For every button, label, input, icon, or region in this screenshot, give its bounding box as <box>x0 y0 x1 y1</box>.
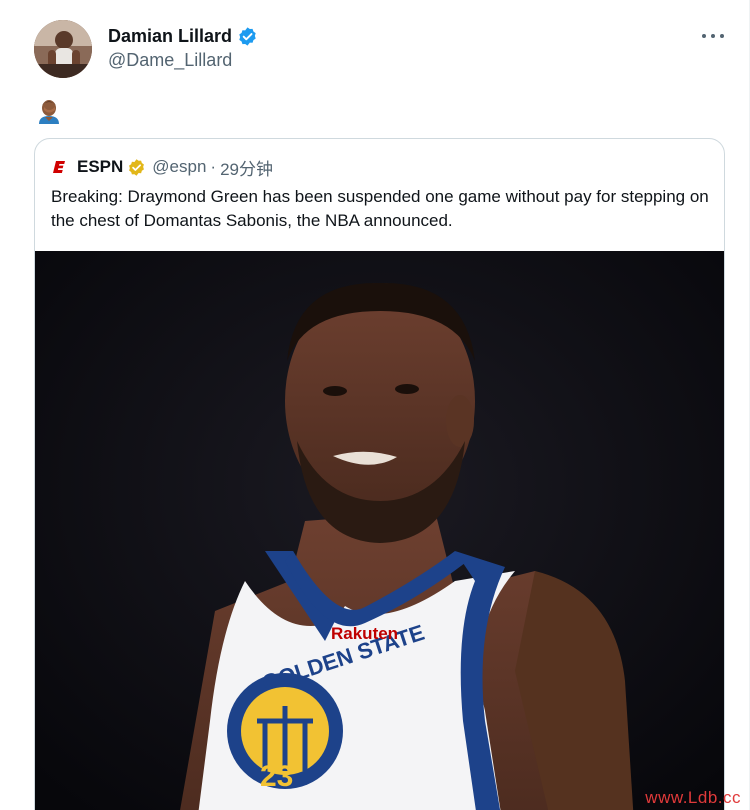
quoted-handle[interactable]: @espn <box>152 157 206 177</box>
jersey-sponsor-text: Rakuten <box>331 624 398 643</box>
more-options-button[interactable] <box>700 28 726 44</box>
verified-badge-icon <box>239 26 256 46</box>
jersey-number-text: 23 <box>260 760 293 793</box>
separator-dot: · <box>210 157 217 176</box>
quoted-tweet[interactable]: ESPN @espn · 29分钟 Breaking: Draymond Gre… <box>34 138 725 810</box>
author-display-name[interactable]: Damian Lillard <box>108 26 232 47</box>
quoted-tweet-text: Breaking: Draymond Green has been suspen… <box>51 187 709 230</box>
avatar[interactable] <box>34 20 92 78</box>
quoted-tweet-header: ESPN @espn · 29分钟 <box>51 155 273 179</box>
quoted-timestamp[interactable]: 29分钟 <box>220 155 273 180</box>
quoted-display-name[interactable]: ESPN <box>77 157 123 177</box>
espn-logo-icon <box>52 159 68 175</box>
person-facepalming-icon <box>39 100 59 124</box>
tweet-card: Damian Lillard @Dame_Lillard ESPN @espn … <box>0 0 750 810</box>
quoted-media-image[interactable]: GOLDEN STATE Rakuten 23 <box>35 251 724 810</box>
dot-icon <box>711 34 715 38</box>
author-block: Damian Lillard @Dame_Lillard <box>108 24 258 71</box>
dot-icon <box>702 34 706 38</box>
verified-gold-badge-icon <box>129 158 145 176</box>
author-handle[interactable]: @Dame_Lillard <box>108 50 258 71</box>
watermark: www.Ldb.cc <box>645 788 741 807</box>
dot-icon <box>720 34 724 38</box>
